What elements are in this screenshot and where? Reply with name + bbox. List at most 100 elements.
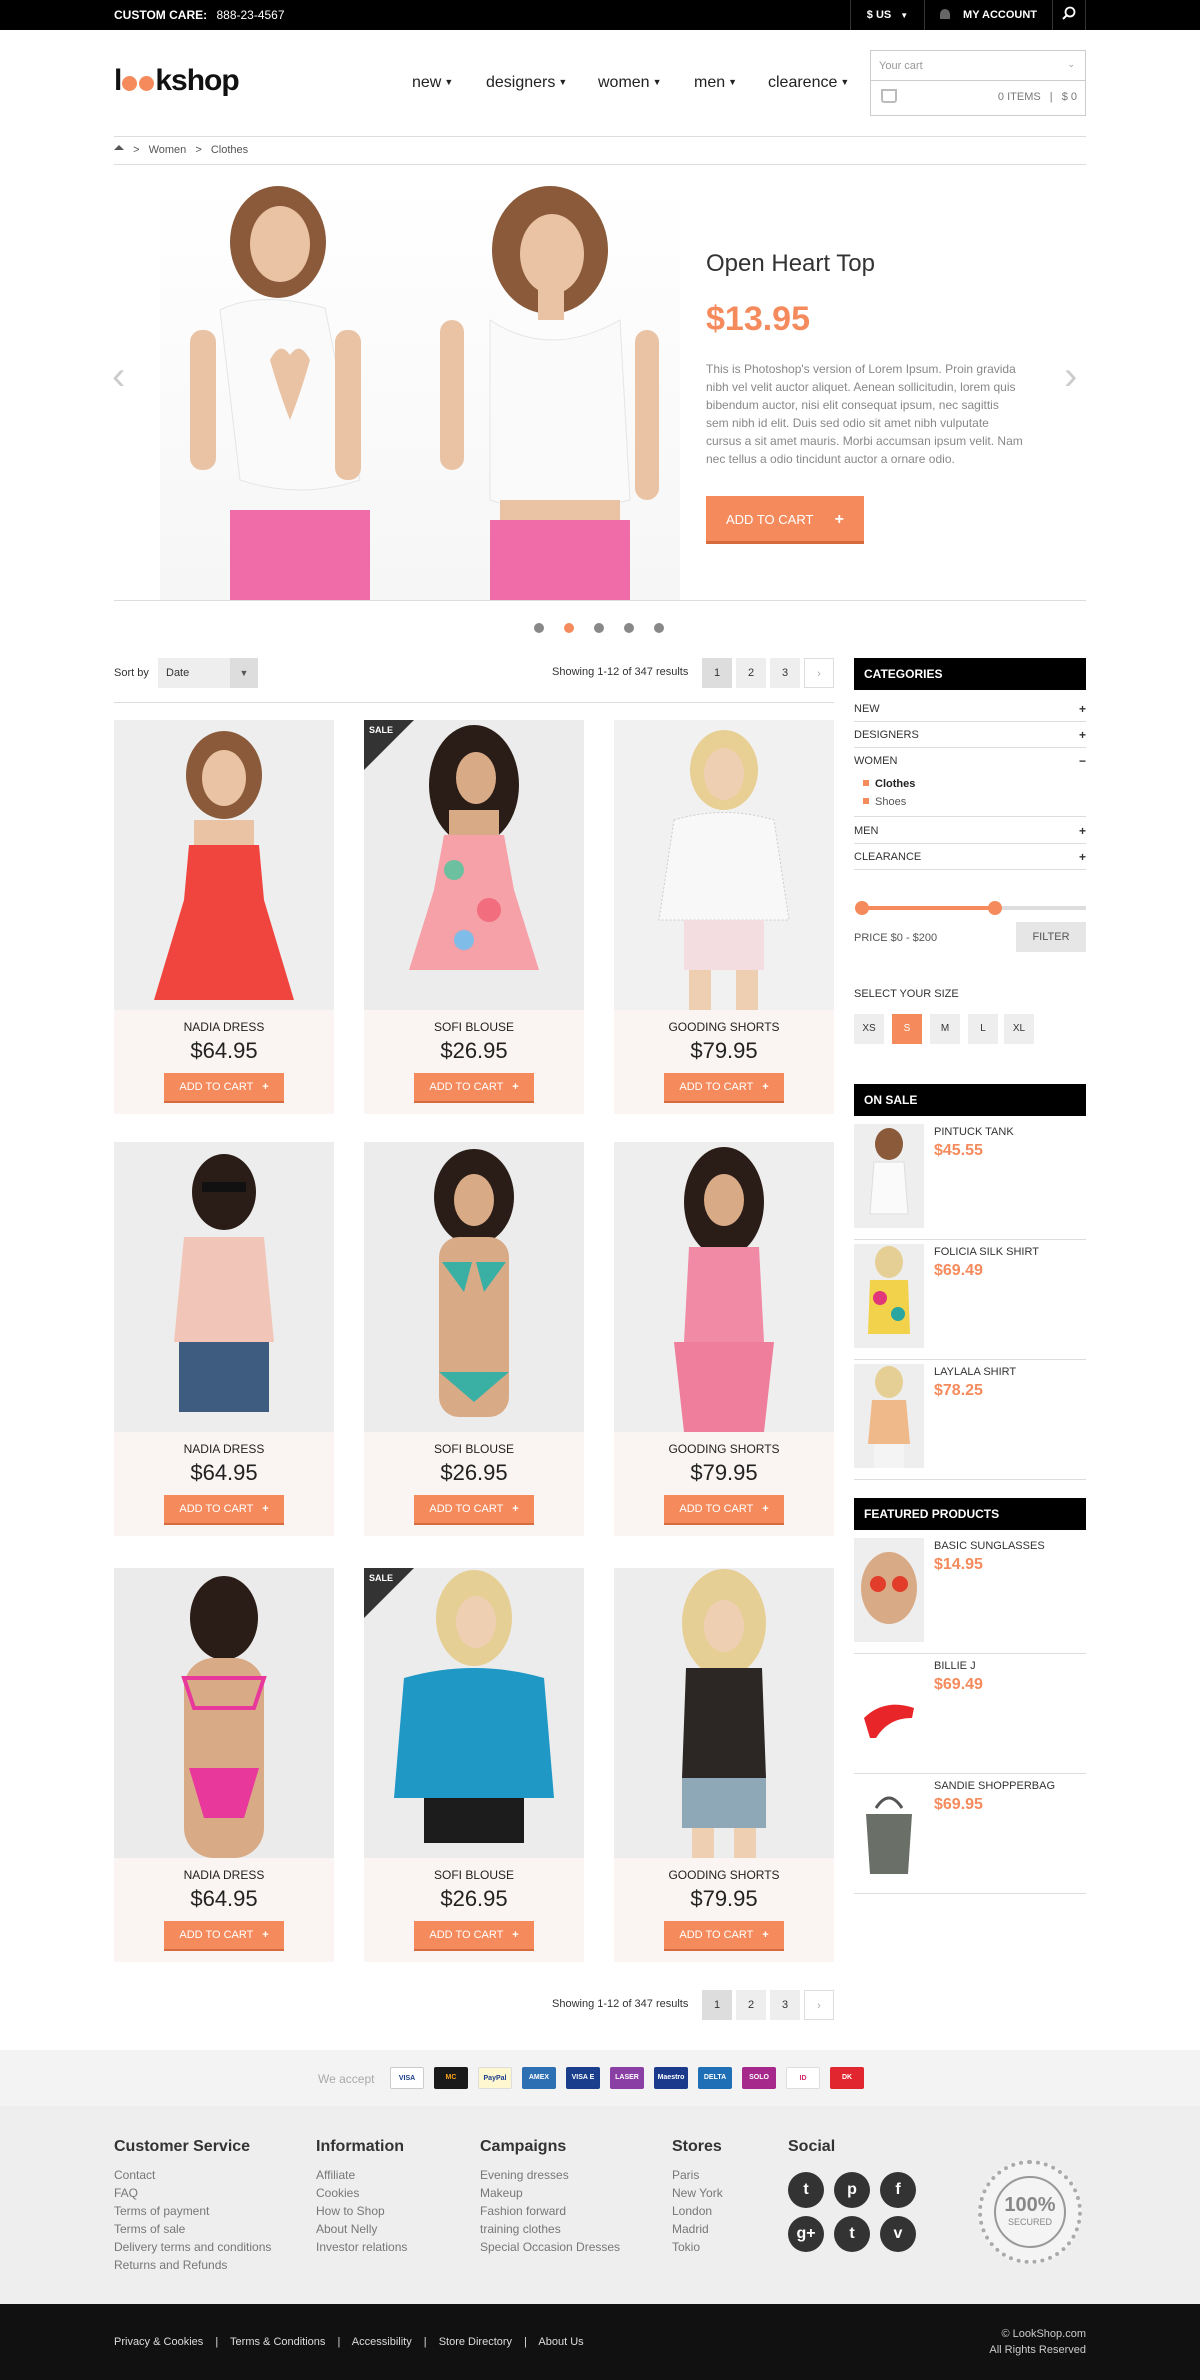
page-1[interactable]: 1	[702, 1990, 732, 2020]
cart-header[interactable]: Your cart ⌄	[871, 51, 1085, 81]
sort-select[interactable]: Date ▼	[158, 658, 258, 688]
home-icon[interactable]	[114, 145, 124, 150]
vimeo-icon[interactable]: v	[880, 2216, 916, 2252]
on-sale-item[interactable]: FOLICIA SILK SHIRT $69.49	[854, 1240, 1086, 1360]
expand-icon[interactable]: +	[1079, 818, 1086, 844]
product-name[interactable]: SANDIE SHOPPERBAG	[934, 1780, 1055, 1792]
price-slider-max-handle[interactable]	[988, 901, 1002, 915]
slider-dot[interactable]	[534, 623, 544, 633]
product-thumbnail[interactable]	[854, 1538, 924, 1642]
size-m[interactable]: M	[930, 1014, 960, 1044]
facebook-icon[interactable]: f	[880, 2172, 916, 2208]
slider-dot-active[interactable]	[564, 623, 574, 633]
size-l[interactable]: L	[968, 1014, 998, 1044]
footer-link[interactable]: Terms of sale	[114, 2220, 271, 2238]
slider-next-arrow[interactable]: ›	[1064, 354, 1077, 399]
my-account-button[interactable]: MY ACCOUNT	[924, 0, 1052, 30]
product-name[interactable]: NADIA DRESS	[114, 1868, 334, 1882]
nav-women[interactable]: women ▼	[598, 74, 662, 92]
privacy-link[interactable]: Privacy & Cookies	[114, 2336, 203, 2348]
product-name[interactable]: NADIA DRESS	[114, 1442, 334, 1456]
nav-clearence[interactable]: clearence ▼	[768, 74, 849, 92]
footer-link[interactable]: Tokio	[672, 2238, 723, 2256]
currency-selector[interactable]: $ US ▼	[850, 0, 924, 30]
next-page-button[interactable]: ›	[804, 658, 834, 688]
category-clearance[interactable]: CLEARANCE +	[854, 844, 1086, 870]
subcategory-clothes[interactable]: Clothes	[863, 778, 915, 790]
product-name[interactable]: BILLIE J	[934, 1660, 976, 1672]
product-thumbnail[interactable]	[854, 1778, 924, 1882]
google-plus-icon[interactable]: g+	[788, 2216, 824, 2252]
product-card[interactable]: SOFI BLOUSE $26.95 ADD TO CART +	[364, 1142, 584, 1536]
size-xl[interactable]: XL	[1004, 1014, 1034, 1044]
collapse-icon[interactable]: −	[1079, 748, 1086, 774]
footer-link[interactable]: Terms of payment	[114, 2202, 271, 2220]
category-men[interactable]: MEN +	[854, 818, 1086, 844]
product-card[interactable]: NADIA DRESS $64.95 ADD TO CART +	[114, 1568, 334, 1962]
product-card[interactable]: SALE SOFI BLOUSE $26.95 ADD TO CART +	[364, 1568, 584, 1962]
footer-link[interactable]: Returns and Refunds	[114, 2256, 271, 2274]
featured-item[interactable]: SANDIE SHOPPERBAG $69.95	[854, 1774, 1086, 1894]
add-to-cart-button[interactable]: ADD TO CART +	[164, 1073, 284, 1103]
product-name[interactable]: SOFI BLOUSE	[364, 1442, 584, 1456]
add-to-cart-button[interactable]: ADD TO CART +	[414, 1495, 534, 1525]
logo[interactable]: l kshop	[114, 64, 240, 98]
product-thumbnail[interactable]	[854, 1244, 924, 1348]
product-card[interactable]: SALE SOFI BLOUSE $26.95 ADD TO CART +	[364, 720, 584, 1114]
about-us-link[interactable]: About Us	[538, 2336, 583, 2348]
product-image[interactable]	[614, 1142, 834, 1432]
footer-link[interactable]: Delivery terms and conditions	[114, 2238, 271, 2256]
category-designers[interactable]: DESIGNERS +	[854, 722, 1086, 748]
size-xs[interactable]: XS	[854, 1014, 884, 1044]
pinterest-icon[interactable]: p	[834, 2172, 870, 2208]
footer-link[interactable]: Paris	[672, 2166, 723, 2184]
slider-prev-arrow[interactable]: ‹	[112, 354, 125, 399]
footer-link[interactable]: Contact	[114, 2166, 271, 2184]
product-image[interactable]	[114, 1142, 334, 1432]
product-name[interactable]: BASIC SUNGLASSES	[934, 1540, 1045, 1552]
page-2[interactable]: 2	[736, 1990, 766, 2020]
add-to-cart-button[interactable]: ADD TO CART +	[664, 1495, 784, 1525]
product-thumbnail[interactable]	[854, 1364, 924, 1468]
store-directory-link[interactable]: Store Directory	[439, 2336, 512, 2348]
product-image[interactable]	[614, 720, 834, 1010]
tumblr-icon[interactable]: t	[834, 2216, 870, 2252]
product-card[interactable]: NADIA DRESS $64.95 ADD TO CART +	[114, 720, 334, 1114]
category-new[interactable]: NEW +	[854, 696, 1086, 722]
add-to-cart-button[interactable]: ADD TO CART +	[664, 1073, 784, 1103]
accessibility-link[interactable]: Accessibility	[352, 2336, 412, 2348]
product-thumbnail[interactable]	[854, 1124, 924, 1228]
product-name[interactable]: NADIA DRESS	[114, 1020, 334, 1034]
product-image[interactable]	[114, 720, 334, 1010]
twitter-icon[interactable]: t	[788, 2172, 824, 2208]
filter-button[interactable]: FILTER	[1016, 922, 1086, 952]
nav-men[interactable]: men ▼	[694, 74, 737, 92]
page-3[interactable]: 3	[770, 658, 800, 688]
next-page-button[interactable]: ›	[804, 1990, 834, 2020]
product-card[interactable]: GOODING SHORTS $79.95 ADD TO CART +	[614, 1142, 834, 1536]
footer-link[interactable]: FAQ	[114, 2184, 271, 2202]
hero-add-to-cart-button[interactable]: ADD TO CART +	[706, 496, 864, 544]
footer-link[interactable]: New York	[672, 2184, 723, 2202]
product-name[interactable]: SOFI BLOUSE	[364, 1020, 584, 1034]
expand-icon[interactable]: +	[1079, 844, 1086, 870]
product-image[interactable]	[114, 1568, 334, 1858]
footer-link[interactable]: How to Shop	[316, 2202, 407, 2220]
page-3[interactable]: 3	[770, 1990, 800, 2020]
featured-item[interactable]: BASIC SUNGLASSES $14.95	[854, 1534, 1086, 1654]
on-sale-item[interactable]: PINTUCK TANK $45.55	[854, 1120, 1086, 1240]
product-name[interactable]: PINTUCK TANK	[934, 1126, 1014, 1138]
size-s[interactable]: S	[892, 1014, 922, 1044]
on-sale-item[interactable]: LAYLALA SHIRT $78.25	[854, 1360, 1086, 1480]
footer-link[interactable]: Affiliate	[316, 2166, 407, 2184]
slider-dot[interactable]	[594, 623, 604, 633]
add-to-cart-button[interactable]: ADD TO CART +	[164, 1495, 284, 1525]
product-image[interactable]	[614, 1568, 834, 1858]
product-card[interactable]: GOODING SHORTS $79.95 ADD TO CART +	[614, 720, 834, 1114]
footer-link[interactable]: Special Occasion Dresses	[480, 2238, 620, 2256]
footer-link[interactable]: About Nelly	[316, 2220, 407, 2238]
footer-link[interactable]: London	[672, 2202, 723, 2220]
add-to-cart-button[interactable]: ADD TO CART +	[414, 1921, 534, 1951]
expand-icon[interactable]: +	[1079, 696, 1086, 722]
page-1[interactable]: 1	[702, 658, 732, 688]
